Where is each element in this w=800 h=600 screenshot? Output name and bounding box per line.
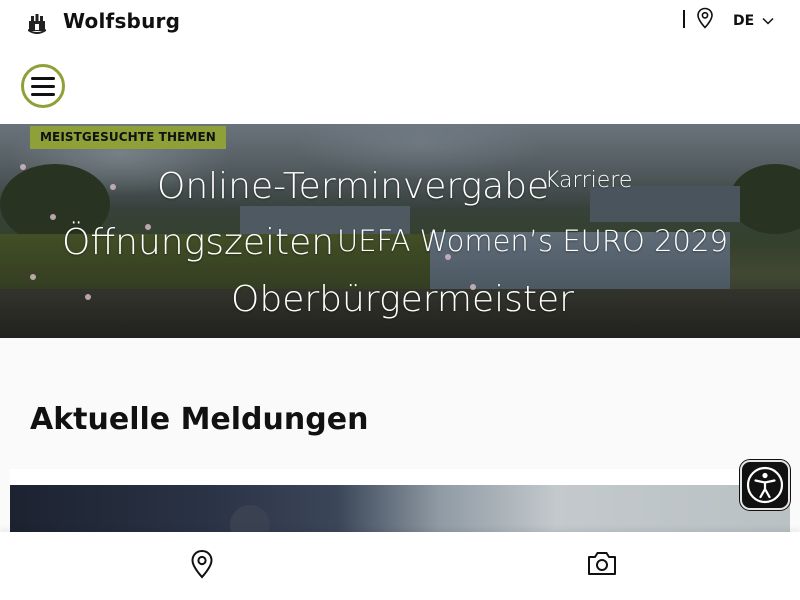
site-brand-name[interactable]: Wolfsburg	[63, 9, 180, 33]
location-pin-icon[interactable]	[696, 7, 714, 29]
topic-link-mayor[interactable]: Oberbürgermeister	[231, 279, 574, 320]
topic-link-careers[interactable]: Karriere	[545, 168, 632, 193]
news-section-title: Aktuelle Meldungen	[30, 402, 369, 437]
menu-line	[31, 84, 55, 88]
accessibility-button[interactable]	[740, 460, 790, 510]
header-divider	[683, 10, 685, 28]
top-header: Wolfsburg DE	[0, 0, 800, 50]
language-selector[interactable]: DE	[733, 13, 754, 29]
location-pin-icon[interactable]	[189, 549, 215, 579]
accessibility-person-icon	[746, 466, 784, 504]
bottom-navigation	[0, 532, 800, 600]
topic-link-opening-hours[interactable]: Öffnungszeiten	[62, 222, 334, 263]
menu-line	[31, 92, 55, 96]
camera-icon[interactable]	[586, 549, 618, 577]
topic-link-online-appointment[interactable]: Online-Terminvergabe	[157, 166, 549, 207]
topic-link-uefa-womens-euro[interactable]: UEFA Women’s EURO 2029	[337, 224, 728, 258]
hamburger-menu-icon[interactable]	[21, 64, 65, 108]
chevron-down-icon[interactable]	[762, 16, 774, 26]
most-searched-badge: MEISTGESUCHTE THEMEN	[30, 126, 226, 149]
crest-logo-icon[interactable]	[27, 12, 47, 34]
menu-bar	[0, 50, 800, 124]
menu-line	[31, 76, 55, 80]
